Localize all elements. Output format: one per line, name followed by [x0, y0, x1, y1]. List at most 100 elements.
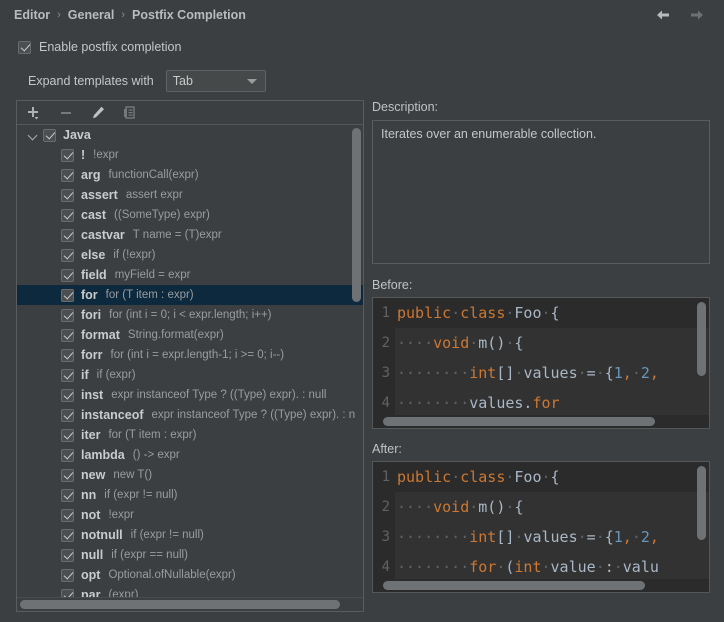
- code-line-text: ········values.for: [395, 388, 709, 415]
- tree-item-checkbox[interactable]: [61, 549, 74, 562]
- tree-item-checkbox[interactable]: [61, 249, 74, 262]
- expand-templates-select[interactable]: Tab: [166, 70, 266, 92]
- code-token: []: [496, 528, 514, 546]
- tree-item-checkbox[interactable]: [61, 269, 74, 282]
- code-token: for: [532, 394, 559, 412]
- chevron-down-icon[interactable]: [27, 128, 41, 142]
- tree-item-if[interactable]: ifif (expr): [17, 365, 363, 385]
- code-token: ·: [505, 304, 514, 322]
- code-token: (: [505, 558, 514, 576]
- tree-item-notnull[interactable]: notnullif (expr != null): [17, 525, 363, 545]
- code-token: :: [605, 558, 614, 576]
- code-token: m(): [478, 334, 505, 352]
- arrow-right-icon: [688, 6, 706, 24]
- tree-item-checkbox[interactable]: [61, 489, 74, 502]
- tree-item-cast[interactable]: cast((SomeType) expr): [17, 205, 363, 225]
- tree-item-[interactable]: !!expr: [17, 145, 363, 165]
- code-line-text: ····void·m()·{: [395, 492, 709, 522]
- code-line: 2····void·m()·{: [373, 328, 709, 358]
- tree-item-checkbox[interactable]: [61, 509, 74, 522]
- tree-root-checkbox[interactable]: [43, 129, 56, 142]
- tree-item-checkbox[interactable]: [61, 349, 74, 362]
- code-token: ····: [397, 334, 433, 352]
- tree-item-instanceof[interactable]: instanceofexpr instanceof Type ? ((Type)…: [17, 405, 363, 425]
- description-label: Description:: [372, 100, 712, 114]
- tree-item-nn[interactable]: nnif (expr != null): [17, 485, 363, 505]
- tree-vertical-scrollbar[interactable]: [352, 128, 361, 302]
- tree-item-not[interactable]: not !expr: [17, 505, 363, 525]
- tree-item-description: if (expr): [97, 369, 136, 381]
- add-icon[interactable]: [25, 104, 43, 122]
- arrow-left-icon[interactable]: [654, 6, 672, 24]
- tree-item-key: not: [81, 508, 100, 522]
- enable-postfix-completion-row[interactable]: Enable postfix completion: [18, 40, 181, 54]
- tree-item-checkbox[interactable]: [61, 189, 74, 202]
- code-token: {: [514, 498, 523, 516]
- code-token: {: [551, 304, 560, 322]
- tree-item-description: !expr: [108, 509, 134, 521]
- tree-item-checkbox[interactable]: [61, 589, 74, 598]
- tree-item-checkbox[interactable]: [61, 569, 74, 582]
- before-horizontal-scrollbar[interactable]: [383, 417, 655, 426]
- after-horizontal-scrollbar[interactable]: [383, 581, 645, 590]
- tree-item-iter[interactable]: iterfor (T item : expr): [17, 425, 363, 445]
- after-code-editor[interactable]: 1public·class·Foo·{2····void·m()·{3·····…: [372, 461, 710, 593]
- tree-item-description: if (!expr): [113, 249, 155, 261]
- tree-item-key: for: [81, 288, 98, 302]
- tree-body[interactable]: Java !!exprargfunctionCall(expr)assertas…: [17, 125, 363, 597]
- tree-root-java[interactable]: Java: [17, 125, 363, 145]
- tree-horizontal-scrollbar[interactable]: [20, 600, 340, 609]
- before-vertical-scrollbar[interactable]: [697, 302, 706, 376]
- tree-item-else[interactable]: elseif (!expr): [17, 245, 363, 265]
- tree-item-checkbox[interactable]: [61, 229, 74, 242]
- tree-item-description: (expr): [108, 589, 138, 597]
- tree-item-checkbox[interactable]: [61, 329, 74, 342]
- code-token: public: [397, 304, 451, 322]
- tree-item-description: new T(): [113, 469, 152, 481]
- tree-item-null[interactable]: nullif (expr == null): [17, 545, 363, 565]
- tree-item-fori[interactable]: forifor (int i = 0; i < expr.length; i++…: [17, 305, 363, 325]
- tree-item-inst[interactable]: instexpr instanceof Type ? ((Type) expr)…: [17, 385, 363, 405]
- tree-item-description: () -> expr: [133, 449, 180, 461]
- tree-root-label: Java: [63, 128, 91, 142]
- code-token: 1: [614, 528, 623, 546]
- tree-item-key: new: [81, 468, 105, 482]
- tree-item-field[interactable]: fieldmyField = expr: [17, 265, 363, 285]
- code-token: value: [551, 558, 596, 576]
- tree-item-checkbox[interactable]: [61, 309, 74, 322]
- breadcrumb-item-general[interactable]: General: [68, 8, 115, 22]
- tree-item-checkbox[interactable]: [61, 369, 74, 382]
- tree-item-format[interactable]: formatString.format(expr): [17, 325, 363, 345]
- code-token: ·: [542, 304, 551, 322]
- tree-item-checkbox[interactable]: [61, 449, 74, 462]
- tree-item-for[interactable]: forfor (T item : expr): [17, 285, 363, 305]
- tree-item-checkbox[interactable]: [61, 429, 74, 442]
- tree-item-checkbox[interactable]: [61, 149, 74, 162]
- tree-item-checkbox[interactable]: [61, 209, 74, 222]
- tree-item-castvar[interactable]: castvarT name = (T)expr: [17, 225, 363, 245]
- tree-item-par[interactable]: par(expr): [17, 585, 363, 597]
- tree-item-checkbox[interactable]: [61, 169, 74, 182]
- tree-item-arg[interactable]: argfunctionCall(expr): [17, 165, 363, 185]
- tree-toolbar: [17, 101, 363, 125]
- breadcrumb-item-editor[interactable]: Editor: [14, 8, 50, 22]
- after-horizontal-scrollbar-track: [373, 579, 709, 592]
- tree-item-checkbox[interactable]: [61, 469, 74, 482]
- enable-postfix-completion-checkbox[interactable]: [18, 41, 31, 54]
- code-token: void: [433, 334, 469, 352]
- tree-item-new[interactable]: new new T(): [17, 465, 363, 485]
- after-vertical-scrollbar[interactable]: [697, 466, 706, 540]
- tree-item-assert[interactable]: assertassert expr: [17, 185, 363, 205]
- tree-item-checkbox[interactable]: [61, 409, 74, 422]
- edit-pencil-icon[interactable]: [89, 104, 107, 122]
- tree-item-description: for (T item : expr): [108, 429, 196, 441]
- tree-item-checkbox[interactable]: [61, 289, 74, 302]
- navigation-arrows: [654, 6, 710, 24]
- tree-item-checkbox[interactable]: [61, 389, 74, 402]
- tree-item-forr[interactable]: forrfor (int i = expr.length-1; i >= 0; …: [17, 345, 363, 365]
- tree-item-checkbox[interactable]: [61, 529, 74, 542]
- tree-item-lambda[interactable]: lambda() -> expr: [17, 445, 363, 465]
- before-code-editor[interactable]: 1public·class·Foo·{2····void·m()·{3·····…: [372, 297, 710, 429]
- tree-item-opt[interactable]: optOptional.ofNullable(expr): [17, 565, 363, 585]
- tree-item-description: expr instanceof Type ? ((Type) expr). : …: [152, 409, 356, 421]
